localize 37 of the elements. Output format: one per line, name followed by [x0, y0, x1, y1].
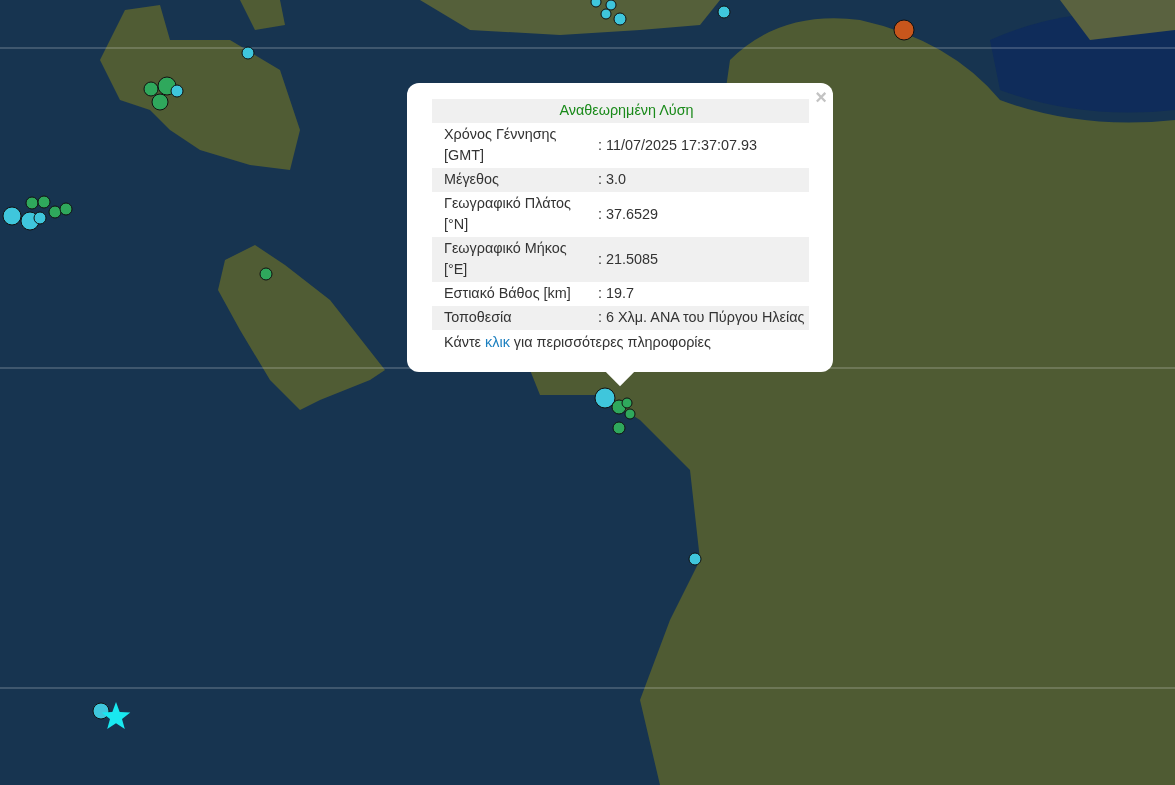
popup-title: Αναθεωρημένη Λύση	[432, 99, 809, 123]
earthquake-marker[interactable]	[59, 202, 73, 216]
earthquake-marker[interactable]	[48, 205, 62, 219]
earthquake-marker[interactable]	[2, 206, 22, 226]
more-info-text: Κάντε κλικ για περισσότερες πληροφορίες	[443, 333, 712, 352]
field-label: Χρόνος Γέννησης [GMT]	[432, 123, 586, 168]
earthquake-marker[interactable]	[717, 5, 731, 19]
earthquake-marker[interactable]	[151, 93, 169, 111]
earthquake-marker[interactable]	[624, 408, 636, 420]
field-label: Μέγεθος	[432, 168, 586, 192]
earthquake-marker[interactable]	[612, 421, 626, 435]
field-label: Εστιακό Βάθος [km]	[432, 282, 586, 306]
earthquake-marker[interactable]	[259, 267, 273, 281]
earthquake-marker[interactable]	[893, 19, 915, 41]
field-label: Τοποθεσία	[432, 306, 586, 330]
more-info-link[interactable]: κλικ	[485, 334, 510, 350]
field-value: : 3.0	[586, 168, 809, 192]
earthquake-marker[interactable]	[594, 387, 616, 409]
field-value: : 37.6529	[586, 192, 809, 237]
field-value: : 21.5085	[586, 237, 809, 282]
earthquake-marker[interactable]	[143, 81, 159, 97]
earthquake-marker[interactable]	[613, 12, 627, 26]
field-label: Γεωγραφικό Πλάτος [°N]	[432, 192, 586, 237]
earthquake-marker[interactable]	[37, 195, 51, 209]
earthquake-marker[interactable]	[33, 211, 47, 225]
earthquake-marker[interactable]	[621, 397, 633, 409]
earthquake-marker[interactable]	[600, 8, 612, 20]
field-value: : 6 Χλμ. ΑΝΑ του Πύργου Ηλείας	[586, 306, 809, 330]
earthquake-marker[interactable]	[170, 84, 184, 98]
field-value: : 11/07/2025 17:37:07.93	[586, 123, 809, 168]
earthquake-marker[interactable]	[92, 702, 110, 720]
earthquake-marker[interactable]	[605, 0, 617, 11]
field-label: Γεωγραφικό Μήκος [°E]	[432, 237, 586, 282]
earthquake-marker[interactable]	[688, 552, 702, 566]
field-value: : 19.7	[586, 282, 809, 306]
earthquake-marker[interactable]	[241, 46, 255, 60]
earthquake-marker[interactable]	[25, 196, 39, 210]
